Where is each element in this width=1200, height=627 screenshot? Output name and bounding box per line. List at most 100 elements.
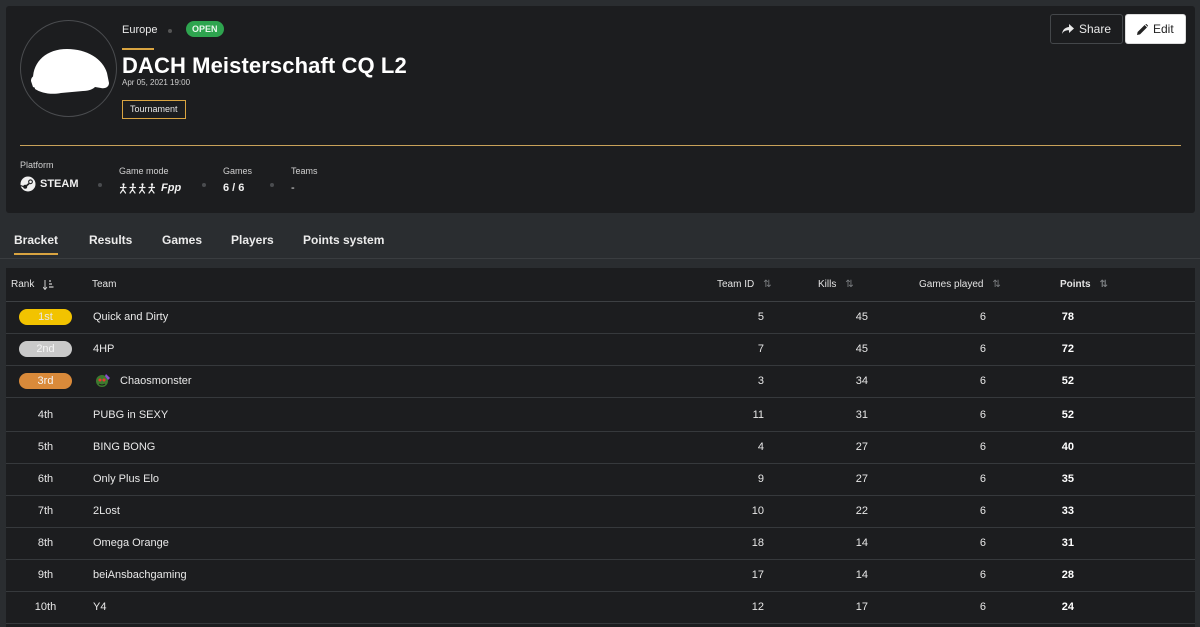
team-id-cell: 3 [757,375,764,387]
column-header-rank[interactable]: Rank [11,279,54,290]
edit-button[interactable]: Edit [1125,14,1186,44]
stat-games-value: 6 / 6 [223,182,245,194]
separator-dot [202,183,206,187]
stat-games: Games 6 / 6 [223,166,252,194]
column-header-team[interactable]: Team [92,279,116,290]
share-label: Share [1079,22,1112,36]
separator-dot [98,183,102,187]
column-header-kills[interactable]: Kills ⇅ [818,279,854,290]
rank-badge-bronze: 3rd [19,373,72,389]
team-id-cell: 10 [751,505,764,517]
stat-gamemode-value-row: Fpp [119,182,181,194]
kills-cell: 27 [855,473,868,485]
rank-cell: 7th [37,505,54,517]
tab-results[interactable]: Results [89,233,132,247]
column-header-games-played-label: Games played [919,279,984,290]
table-row[interactable]: 3rd Chaosmonster 3 34 6 52 [6,366,1195,398]
points-cell: 40 [1061,441,1074,453]
tab-games[interactable]: Games [162,233,202,247]
tab-bracket[interactable]: Bracket [14,233,59,255]
sort-icon: ⇅ [992,279,1001,290]
table-row[interactable]: 5th BING BONG 4 27 6 40 [6,432,1195,464]
column-header-rank-label: Rank [11,279,35,290]
tournament-type-tag: Tournament [122,100,186,119]
table-row[interactable]: 6th Only Plus Elo 9 27 6 35 [6,464,1195,496]
kills-cell: 14 [855,537,868,549]
points-cell: 28 [1061,569,1074,581]
games-played-cell: 6 [979,343,986,355]
table-row[interactable]: 1st Quick and Dirty 5 45 6 78 [6,302,1195,334]
team-name[interactable]: PUBG in SEXY [93,409,168,421]
team-name[interactable]: BING BONG [93,441,155,453]
points-cell: 24 [1061,601,1074,613]
table-row[interactable]: 8th Omega Orange 18 14 6 31 [6,528,1195,560]
column-header-points[interactable]: Points ⇅ [1060,279,1108,290]
team-name[interactable]: 2Lost [93,505,120,517]
rank-cell: 10th [34,601,57,613]
team-avatar-icon [95,372,112,389]
table-row[interactable]: 10th Y4 12 17 6 24 [6,592,1195,624]
column-header-games-played[interactable]: Games played ⇅ [919,279,1001,290]
team-name[interactable]: Y4 [93,601,106,613]
sort-icon: ⇅ [845,279,854,290]
pencil-icon [1137,23,1148,35]
table-row[interactable]: 9th beiAnsbachgaming 17 14 6 28 [6,560,1195,592]
team-id-cell: 9 [757,473,764,485]
sort-icon: ⇅ [1099,279,1108,290]
team-name[interactable]: 4HP [93,343,114,355]
column-header-team-label: Team [92,279,117,290]
share-button[interactable]: Share [1050,14,1124,44]
games-played-cell: 6 [979,569,986,581]
tab-points-system[interactable]: Points system [303,233,384,247]
team-id-cell: 17 [751,569,764,581]
games-played-cell: 6 [979,311,986,323]
tournament-header-card: Europe OPEN DACH Meisterschaft CQ L2 Apr… [6,6,1195,213]
team-id-cell: 7 [757,343,764,355]
tab-bar-border [0,258,1200,259]
tab-players[interactable]: Players [231,233,274,247]
table-row[interactable]: 4th PUBG in SEXY 11 31 6 52 [6,400,1195,432]
kills-cell: 17 [855,601,868,613]
points-cell: 78 [1061,311,1074,323]
stat-teams-label: Teams [291,166,318,176]
table-row[interactable]: 7th 2Lost 10 22 6 33 [6,496,1195,528]
team-name[interactable]: Chaosmonster [120,375,192,387]
stat-gamemode-label: Game mode [119,166,169,176]
steam-icon [20,176,36,192]
points-cell: 72 [1061,343,1074,355]
team-name[interactable]: Only Plus Elo [93,473,159,485]
table-row[interactable]: 2nd 4HP 7 45 6 72 [6,334,1195,366]
team-name[interactable]: beiAnsbachgaming [93,569,187,581]
games-played-cell: 6 [979,441,986,453]
team-id-cell: 18 [751,537,764,549]
rank-badge-gold: 1st [19,309,72,325]
stat-platform-value-row: STEAM [20,176,79,192]
kills-cell: 45 [855,311,868,323]
page-title: DACH Meisterschaft CQ L2 [122,53,407,78]
edit-label: Edit [1153,22,1174,36]
stat-games-label: Games [223,166,253,176]
team-name[interactable]: Quick and Dirty [93,311,168,323]
team-name[interactable]: Omega Orange [93,537,169,549]
team-id-cell: 5 [757,311,764,323]
rank-cell: 8th [37,537,54,549]
region-label: Europe [122,24,158,36]
kills-cell: 45 [855,343,868,355]
stat-gamemode: Game mode Fpp [119,166,181,194]
header-divider [20,145,1181,146]
team-id-cell: 12 [751,601,764,613]
stat-platform-label: Platform [20,160,54,170]
column-header-team-id-label: Team ID [717,279,755,290]
separator-dot [270,183,274,187]
games-played-cell: 6 [979,375,986,387]
table-header: Rank Team Team ID ⇅ Kills ⇅ Games played… [6,268,1195,302]
kills-cell: 31 [855,409,868,421]
rank-cell: 4th [37,409,54,421]
runners-icon [119,182,156,194]
tournament-date: Apr 05, 2021 19:00 [122,78,191,87]
rank-badge-silver: 2nd [19,341,72,357]
column-header-team-id[interactable]: Team ID ⇅ [717,279,772,290]
column-header-points-label: Points [1060,279,1091,290]
standings-table: Rank Team Team ID ⇅ Kills ⇅ Games played… [6,268,1195,627]
kills-cell: 34 [855,375,868,387]
